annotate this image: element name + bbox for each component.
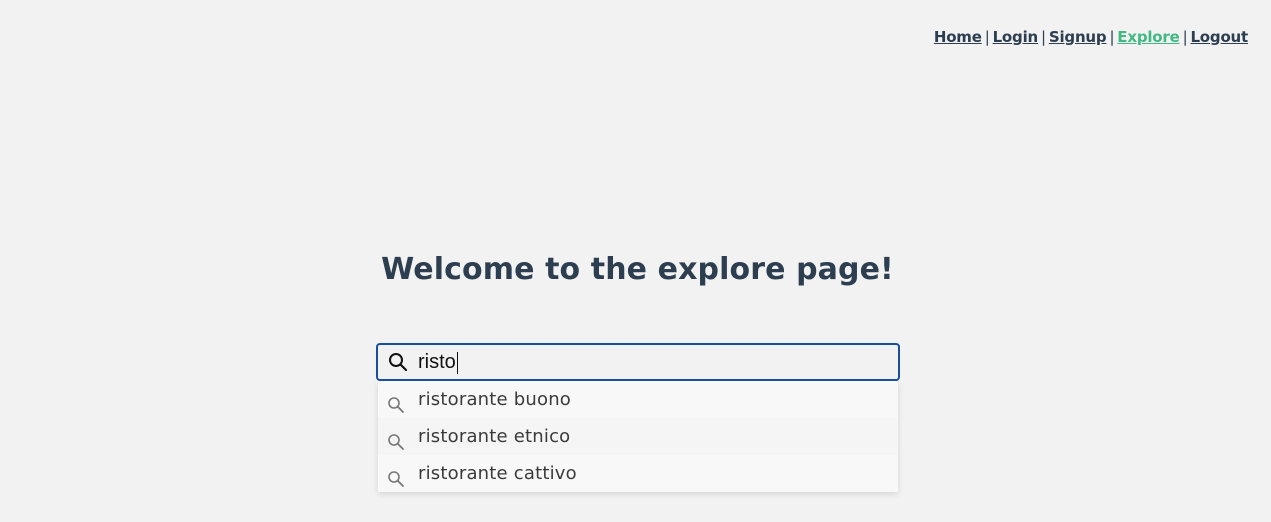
suggestion-item[interactable]: ristorante cattivo — [378, 455, 898, 492]
nav-link-logout[interactable]: Logout — [1190, 28, 1248, 46]
nav-link-signup[interactable]: Signup — [1049, 28, 1107, 46]
page-title: Welcome to the explore page! — [381, 252, 894, 287]
top-navigation: Home | Login | Signup | Explore | Logout — [934, 27, 1248, 47]
suggestion-item[interactable]: ristorante buono — [378, 381, 898, 418]
suggestion-label: ristorante buono — [418, 389, 572, 410]
search-icon — [388, 352, 408, 372]
search-input[interactable]: risto — [418, 345, 888, 379]
search-box[interactable]: risto — [376, 343, 900, 381]
suggestion-label: ristorante cattivo — [418, 463, 577, 484]
search-icon — [387, 427, 405, 450]
nav-separator: | — [1109, 28, 1115, 46]
search-icon — [387, 464, 405, 487]
search-icon — [387, 390, 405, 413]
search-input-value: risto — [418, 351, 456, 373]
suggestion-list: ristorante buono ristorante etnico risto… — [378, 381, 898, 492]
nav-link-login[interactable]: Login — [993, 28, 1039, 46]
nav-separator: | — [1041, 28, 1046, 46]
nav-separator: | — [1182, 28, 1188, 46]
nav-link-explore[interactable]: Explore — [1117, 28, 1179, 46]
suggestion-item[interactable]: ristorante etnico — [378, 418, 898, 455]
text-caret — [456, 351, 458, 374]
nav-separator: | — [984, 28, 990, 46]
nav-link-home[interactable]: Home — [934, 28, 982, 46]
suggestion-label: ristorante etnico — [418, 426, 571, 447]
search-autocomplete: risto ristorante buono ristorante etnico — [376, 343, 900, 492]
